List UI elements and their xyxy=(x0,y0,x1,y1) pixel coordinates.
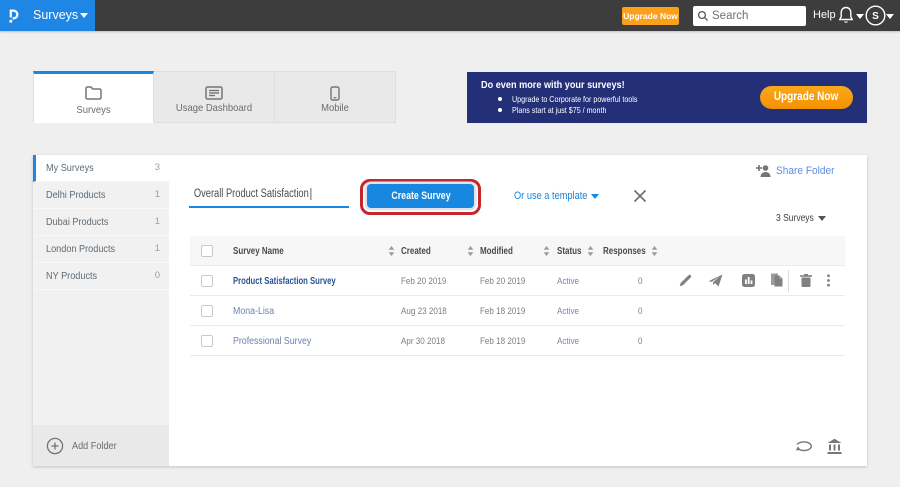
svg-text:S: S xyxy=(872,11,879,22)
